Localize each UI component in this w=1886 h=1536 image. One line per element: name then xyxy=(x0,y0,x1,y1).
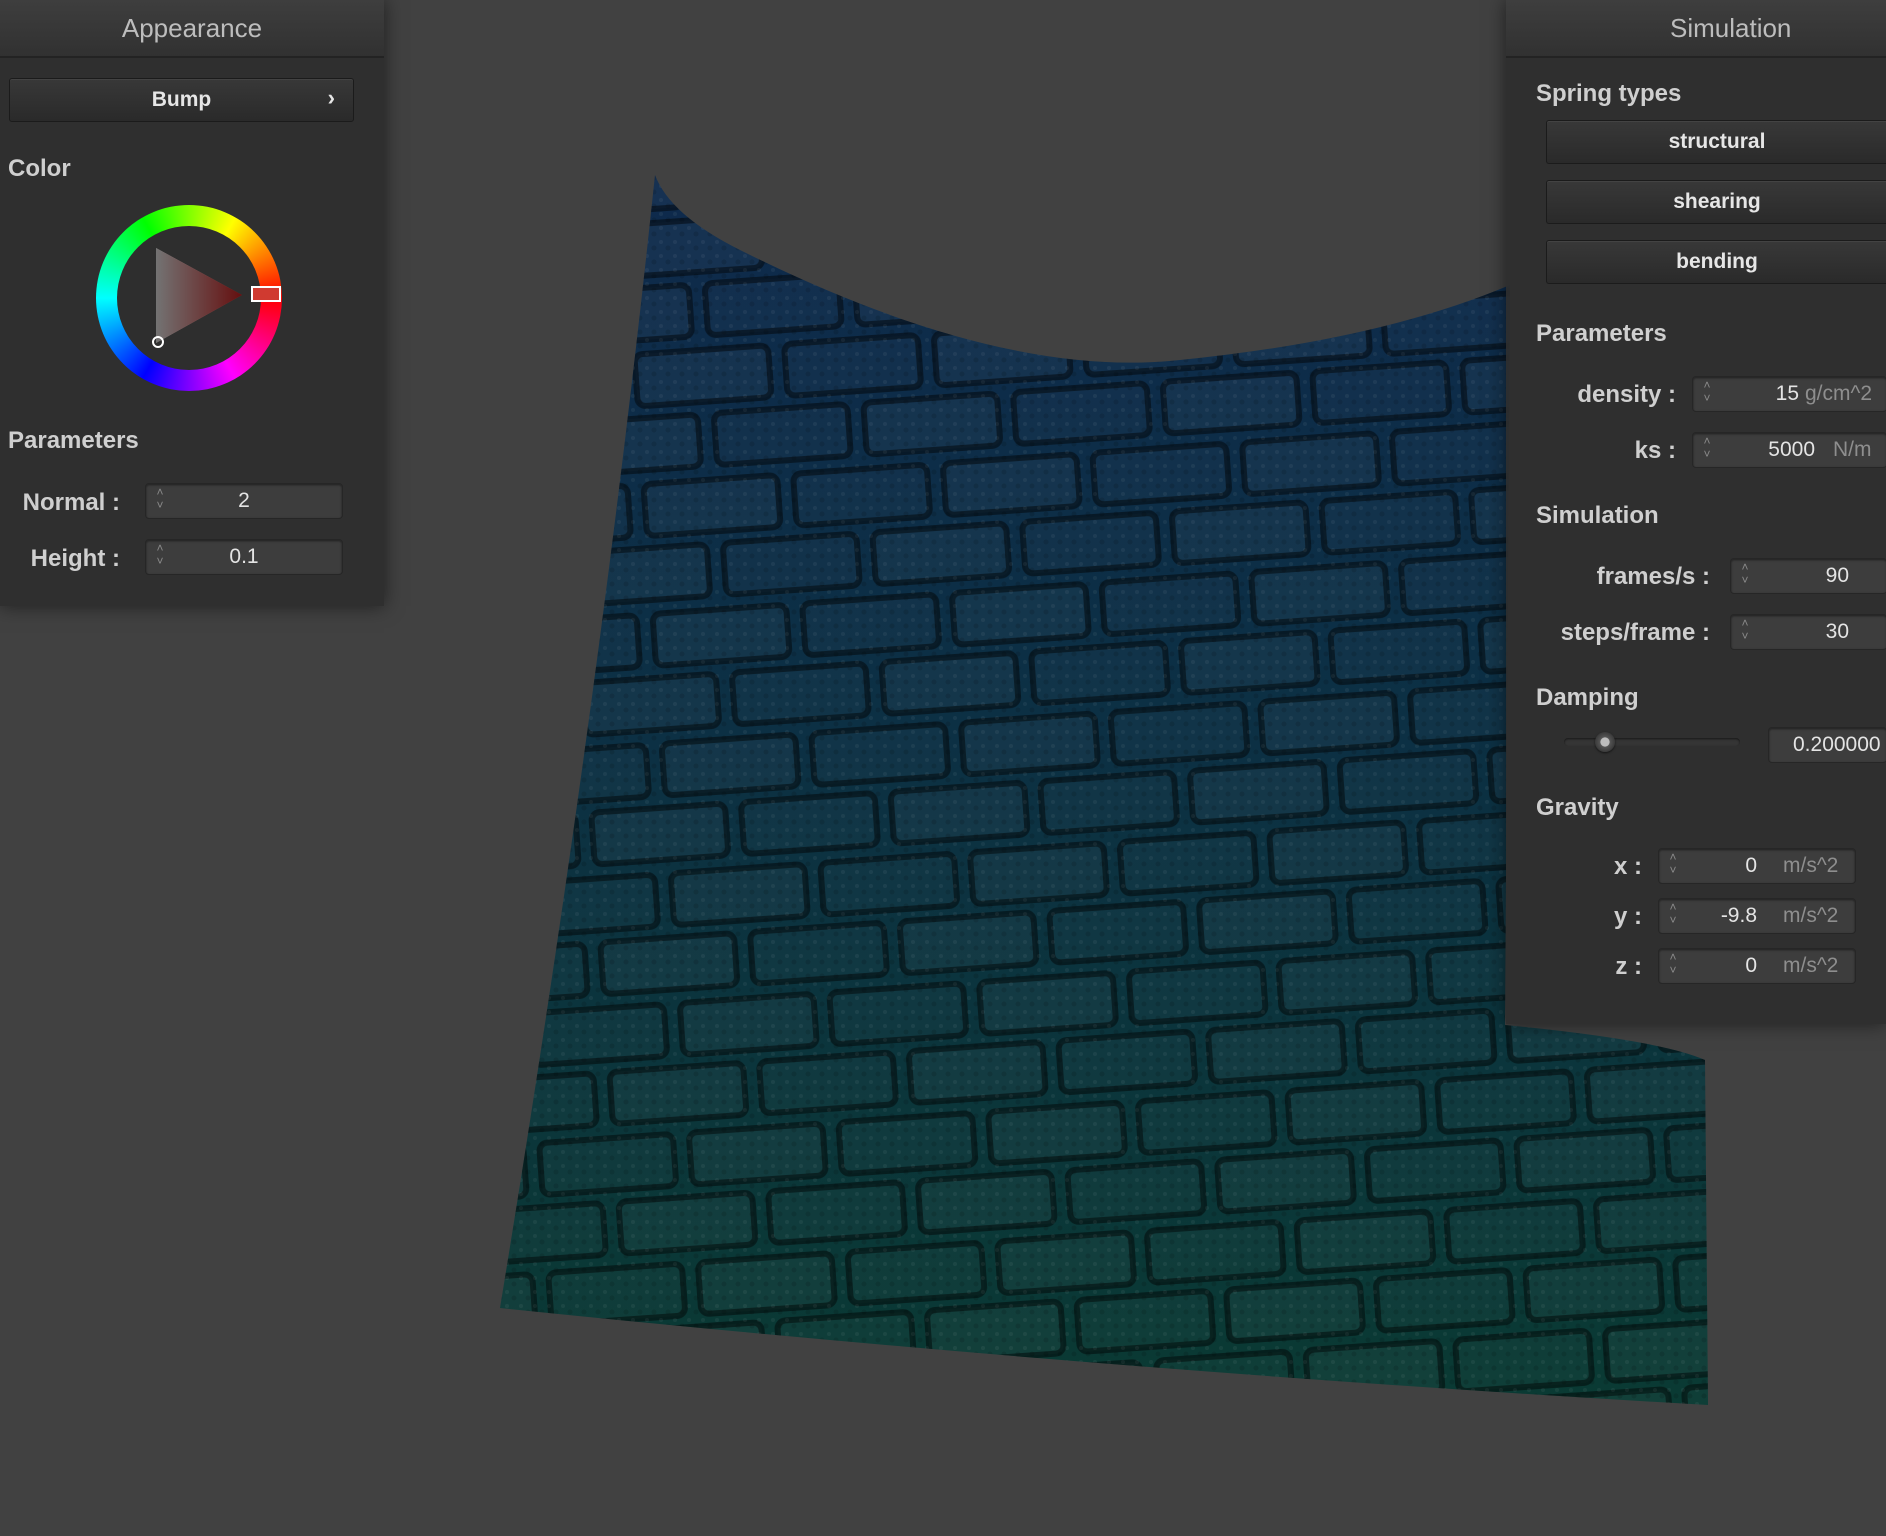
ks-unit: N/m xyxy=(1833,438,1872,461)
spinner-arrows-icon[interactable]: ˄ ˅ xyxy=(1737,561,1753,591)
shearing-button[interactable]: shearing xyxy=(1546,180,1886,224)
damping-value: 0.200000 xyxy=(1793,733,1881,756)
gravity-x-value: 0 xyxy=(1745,854,1757,877)
gravity-label: Gravity xyxy=(1536,794,1619,821)
spinner-arrows-icon[interactable]: ˄ ˅ xyxy=(1699,379,1715,409)
spinner-arrows-icon[interactable]: ˄ ˅ xyxy=(1665,951,1681,981)
damping-slider[interactable] xyxy=(1564,732,1740,752)
simulation-panel: Simulation Spring types structural shear… xyxy=(1506,0,1886,1024)
damping-input[interactable]: 0.200000 xyxy=(1768,727,1886,763)
fps-label: frames/s : xyxy=(1596,563,1710,590)
color-wheel-icon[interactable] xyxy=(94,203,284,393)
appearance-parameters-label: Parameters xyxy=(8,427,139,454)
structural-button[interactable]: structural xyxy=(1546,120,1886,164)
shader-select-button[interactable]: Bump › xyxy=(9,78,354,122)
damping-slider-track xyxy=(1564,738,1740,746)
ks-value: 5000 xyxy=(1768,438,1815,461)
density-value: 15 xyxy=(1775,382,1799,405)
appearance-panel: Appearance Bump › Color Parameters Norma… xyxy=(0,0,384,606)
gravity-z-unit: m/s^2 xyxy=(1783,954,1839,977)
steps-input[interactable]: ˄ ˅ 30 xyxy=(1730,614,1886,650)
normal-label: Normal : xyxy=(22,489,120,516)
gravity-y-input[interactable]: ˄ ˅ -9.8 m/s^2 xyxy=(1658,898,1856,934)
spinner-arrows-icon[interactable]: ˄ ˅ xyxy=(1665,851,1681,881)
density-input[interactable]: ˄ ˅ 15 g/cm^2 xyxy=(1692,376,1886,412)
height-label: Height : xyxy=(30,545,120,572)
gravity-y-unit: m/s^2 xyxy=(1783,904,1839,927)
gravity-x-unit: m/s^2 xyxy=(1783,854,1839,877)
spinner-arrows-icon[interactable]: ˄ ˅ xyxy=(1665,901,1681,931)
gravity-y-value: -9.8 xyxy=(1720,904,1757,927)
gravity-x-input[interactable]: ˄ ˅ 0 m/s^2 xyxy=(1658,848,1856,884)
shader-button-label: Bump xyxy=(151,88,212,111)
gravity-z-input[interactable]: ˄ ˅ 0 m/s^2 xyxy=(1658,948,1856,984)
height-input[interactable]: ˄ ˅ 0.1 xyxy=(145,539,343,575)
fps-value: 90 xyxy=(1825,564,1849,587)
density-label: density : xyxy=(1577,381,1676,408)
normal-input[interactable]: ˄ ˅ 2 xyxy=(145,483,343,519)
chevron-right-icon: › xyxy=(327,85,335,110)
steps-value: 30 xyxy=(1825,620,1849,643)
simulation-parameters-label: Parameters xyxy=(1536,320,1667,347)
ks-label: ks : xyxy=(1634,437,1676,464)
gravity-x-label: x : xyxy=(1613,853,1642,880)
density-unit: g/cm^2 xyxy=(1805,382,1873,405)
damping-slider-thumb[interactable] xyxy=(1595,732,1616,752)
spinner-arrows-icon[interactable]: ˄ ˅ xyxy=(1699,435,1715,465)
simulation-section-label: Simulation xyxy=(1536,502,1659,529)
gravity-z-label: z : xyxy=(1615,953,1642,980)
color-section-label: Color xyxy=(8,155,71,182)
gravity-y-label: y : xyxy=(1613,903,1642,930)
simulation-panel-title: Simulation xyxy=(1506,0,1886,58)
appearance-panel-title: Appearance xyxy=(0,0,384,58)
gravity-z-value: 0 xyxy=(1745,954,1757,977)
spinner-arrows-icon[interactable]: ˄ ˅ xyxy=(1737,617,1753,647)
damping-label: Damping xyxy=(1536,684,1639,711)
normal-value: 2 xyxy=(238,489,250,512)
spring-types-label: Spring types xyxy=(1536,80,1682,107)
bending-button[interactable]: bending xyxy=(1546,240,1886,284)
steps-label: steps/frame : xyxy=(1560,619,1710,646)
ks-input[interactable]: ˄ ˅ 5000 N/m xyxy=(1692,432,1886,468)
height-value: 0.1 xyxy=(229,545,259,568)
fps-input[interactable]: ˄ ˅ 90 xyxy=(1730,558,1886,594)
